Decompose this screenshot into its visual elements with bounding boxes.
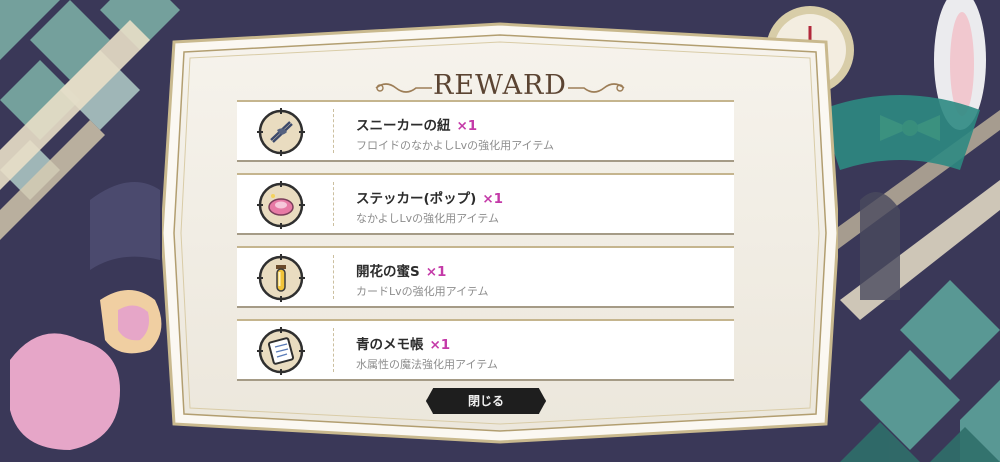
reward-description: 水属性の魔法強化用アイテム	[356, 358, 498, 371]
reward-description: フロイドのなかよしLvの強化用アイテム	[356, 139, 554, 152]
reward-quantity: ×1	[482, 191, 504, 207]
dialog-title: REWARD	[162, 70, 838, 101]
reward-item: スニーカーの紐 ×1 フロイドのなかよしLvの強化用アイテム	[237, 100, 734, 162]
sticker-icon	[257, 181, 305, 229]
item-separator	[333, 109, 334, 153]
reward-dialog: REWARD スニーカーの紐 ×1 フロイドのなかよしLvの強化用アイテム ステ…	[162, 22, 838, 444]
left-ornament-icon	[375, 83, 432, 93]
reward-item: 青のメモ帳 ×1 水属性の魔法強化用アイテム	[237, 319, 734, 381]
dialog-title-text: REWARD	[433, 70, 567, 101]
reward-list: スニーカーの紐 ×1 フロイドのなかよしLvの強化用アイテム ステッカー(ポップ)…	[237, 100, 734, 392]
notepad-icon	[257, 327, 305, 375]
reward-description: なかよしLvの強化用アイテム	[356, 212, 499, 225]
reward-quantity: ×1	[456, 118, 478, 134]
reward-description: カードLvの強化用アイテム	[356, 285, 489, 298]
reward-quantity: ×1	[429, 337, 451, 353]
honey-vial-icon	[257, 254, 305, 302]
reward-name: 開花の蜜S ×1	[356, 264, 447, 280]
reward-name: ステッカー(ポップ) ×1	[356, 191, 504, 207]
right-ornament-icon	[568, 83, 625, 93]
reward-name: 青のメモ帳 ×1	[356, 337, 451, 353]
close-button[interactable]: 閉じる	[426, 388, 546, 414]
reward-item: ステッカー(ポップ) ×1 なかよしLvの強化用アイテム	[237, 173, 734, 235]
reward-name: スニーカーの紐 ×1	[356, 118, 478, 134]
reward-item: 開花の蜜S ×1 カードLvの強化用アイテム	[237, 246, 734, 308]
item-separator	[333, 182, 334, 226]
shoelace-icon	[257, 108, 305, 156]
item-separator	[333, 255, 334, 299]
item-separator	[333, 328, 334, 372]
reward-quantity: ×1	[425, 264, 447, 280]
